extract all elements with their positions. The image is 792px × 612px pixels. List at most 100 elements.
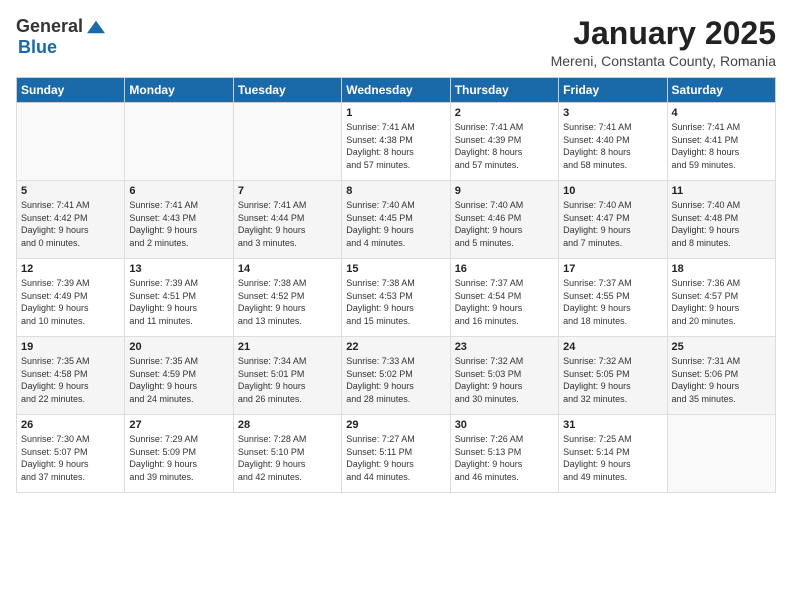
day-info: Sunrise: 7:28 AM Sunset: 5:10 PM Dayligh… xyxy=(238,433,337,483)
day-info: Sunrise: 7:35 AM Sunset: 4:58 PM Dayligh… xyxy=(21,355,120,405)
calendar-cell: 6 Sunrise: 7:41 AM Sunset: 4:43 PM Daylig… xyxy=(125,181,233,259)
calendar-cell: 10Sunrise: 7:40 AM Sunset: 4:47 PM Dayli… xyxy=(559,181,667,259)
day-info: Sunrise: 7:37 AM Sunset: 4:55 PM Dayligh… xyxy=(563,277,662,327)
day-number: 29 xyxy=(346,419,445,431)
day-number: 21 xyxy=(238,341,337,353)
day-info: Sunrise: 7:38 AM Sunset: 4:52 PM Dayligh… xyxy=(238,277,337,327)
calendar-cell: 14 Sunrise: 7:38 AM Sunset: 4:52 PM Dayli… xyxy=(233,259,341,337)
day-number: 12 xyxy=(21,263,120,275)
calendar-week-row: 19 Sunrise: 7:35 AM Sunset: 4:58 PM Dayli… xyxy=(17,337,776,415)
day-info: Sunrise: 7:40 AM Sunset: 4:46 PM Dayligh… xyxy=(455,199,554,249)
day-number: 19 xyxy=(21,341,120,353)
header-saturday: Saturday xyxy=(667,78,775,103)
day-info: Sunrise: 7:36 AM Sunset: 4:57 PM Dayligh… xyxy=(672,277,771,327)
calendar-week-row: 26 Sunrise: 7:30 AM Sunset: 5:07 PM Dayli… xyxy=(17,415,776,493)
day-number: 13 xyxy=(129,263,228,275)
location-subtitle: Mereni, Constanta County, Romania xyxy=(551,53,776,69)
day-number: 7 xyxy=(238,185,337,197)
header-thursday: Thursday xyxy=(450,78,558,103)
calendar-table: Sunday Monday Tuesday Wednesday Thursday… xyxy=(16,77,776,493)
day-number: 27 xyxy=(129,419,228,431)
logo-blue: Blue xyxy=(18,37,57,58)
month-title: January 2025 xyxy=(551,16,776,51)
weekday-header-row: Sunday Monday Tuesday Wednesday Thursday… xyxy=(17,78,776,103)
calendar-cell: 7 Sunrise: 7:41 AM Sunset: 4:44 PM Daylig… xyxy=(233,181,341,259)
day-number: 11 xyxy=(672,185,771,197)
calendar-cell: 22Sunrise: 7:33 AM Sunset: 5:02 PM Dayli… xyxy=(342,337,450,415)
calendar-cell: 19 Sunrise: 7:35 AM Sunset: 4:58 PM Dayli… xyxy=(17,337,125,415)
day-info: Sunrise: 7:41 AM Sunset: 4:43 PM Dayligh… xyxy=(129,199,228,249)
day-number: 2 xyxy=(455,107,554,119)
day-number: 5 xyxy=(21,185,120,197)
calendar-cell: 1Sunrise: 7:41 AM Sunset: 4:38 PM Daylig… xyxy=(342,103,450,181)
day-info: Sunrise: 7:40 AM Sunset: 4:45 PM Dayligh… xyxy=(346,199,445,249)
calendar-cell: 20 Sunrise: 7:35 AM Sunset: 4:59 PM Dayli… xyxy=(125,337,233,415)
calendar-cell: 9Sunrise: 7:40 AM Sunset: 4:46 PM Daylig… xyxy=(450,181,558,259)
day-number: 16 xyxy=(455,263,554,275)
calendar-cell xyxy=(667,415,775,493)
day-number: 22 xyxy=(346,341,445,353)
day-info: Sunrise: 7:39 AM Sunset: 4:51 PM Dayligh… xyxy=(129,277,228,327)
header-sunday: Sunday xyxy=(17,78,125,103)
day-number: 24 xyxy=(563,341,662,353)
day-number: 10 xyxy=(563,185,662,197)
day-info: Sunrise: 7:41 AM Sunset: 4:44 PM Dayligh… xyxy=(238,199,337,249)
day-info: Sunrise: 7:26 AM Sunset: 5:13 PM Dayligh… xyxy=(455,433,554,483)
day-number: 26 xyxy=(21,419,120,431)
calendar-cell: 21 Sunrise: 7:34 AM Sunset: 5:01 PM Dayli… xyxy=(233,337,341,415)
calendar-cell: 8 Sunrise: 7:40 AM Sunset: 4:45 PM Daylig… xyxy=(342,181,450,259)
page-header: General Blue January 2025 Mereni, Consta… xyxy=(16,16,776,69)
day-number: 8 xyxy=(346,185,445,197)
calendar-cell: 24 Sunrise: 7:32 AM Sunset: 5:05 PM Dayli… xyxy=(559,337,667,415)
day-number: 23 xyxy=(455,341,554,353)
calendar-cell: 26 Sunrise: 7:30 AM Sunset: 5:07 PM Dayli… xyxy=(17,415,125,493)
calendar-cell: 11 Sunrise: 7:40 AM Sunset: 4:48 PM Dayli… xyxy=(667,181,775,259)
day-info: Sunrise: 7:39 AM Sunset: 4:49 PM Dayligh… xyxy=(21,277,120,327)
day-number: 1 xyxy=(346,107,445,119)
day-number: 6 xyxy=(129,185,228,197)
calendar-cell: 27 Sunrise: 7:29 AM Sunset: 5:09 PM Dayli… xyxy=(125,415,233,493)
calendar-cell: 28 Sunrise: 7:28 AM Sunset: 5:10 PM Dayli… xyxy=(233,415,341,493)
day-number: 25 xyxy=(672,341,771,353)
header-wednesday: Wednesday xyxy=(342,78,450,103)
day-info: Sunrise: 7:35 AM Sunset: 4:59 PM Dayligh… xyxy=(129,355,228,405)
calendar-cell: 30Sunrise: 7:26 AM Sunset: 5:13 PM Dayli… xyxy=(450,415,558,493)
calendar-cell: 12 Sunrise: 7:39 AM Sunset: 4:49 PM Dayli… xyxy=(17,259,125,337)
day-info: Sunrise: 7:27 AM Sunset: 5:11 PM Dayligh… xyxy=(346,433,445,483)
day-info: Sunrise: 7:25 AM Sunset: 5:14 PM Dayligh… xyxy=(563,433,662,483)
calendar-cell: 17Sunrise: 7:37 AM Sunset: 4:55 PM Dayli… xyxy=(559,259,667,337)
calendar-cell: 2 Sunrise: 7:41 AM Sunset: 4:39 PM Daylig… xyxy=(450,103,558,181)
day-info: Sunrise: 7:29 AM Sunset: 5:09 PM Dayligh… xyxy=(129,433,228,483)
calendar-cell: 23 Sunrise: 7:32 AM Sunset: 5:03 PM Dayli… xyxy=(450,337,558,415)
calendar-cell: 29 Sunrise: 7:27 AM Sunset: 5:11 PM Dayli… xyxy=(342,415,450,493)
day-info: Sunrise: 7:41 AM Sunset: 4:41 PM Dayligh… xyxy=(672,121,771,171)
day-number: 20 xyxy=(129,341,228,353)
day-info: Sunrise: 7:38 AM Sunset: 4:53 PM Dayligh… xyxy=(346,277,445,327)
day-number: 4 xyxy=(672,107,771,119)
day-info: Sunrise: 7:37 AM Sunset: 4:54 PM Dayligh… xyxy=(455,277,554,327)
day-number: 18 xyxy=(672,263,771,275)
day-number: 15 xyxy=(346,263,445,275)
calendar-cell: 25 Sunrise: 7:31 AM Sunset: 5:06 PM Dayli… xyxy=(667,337,775,415)
day-info: Sunrise: 7:32 AM Sunset: 5:03 PM Dayligh… xyxy=(455,355,554,405)
day-info: Sunrise: 7:31 AM Sunset: 5:06 PM Dayligh… xyxy=(672,355,771,405)
day-info: Sunrise: 7:32 AM Sunset: 5:05 PM Dayligh… xyxy=(563,355,662,405)
calendar-week-row: 1Sunrise: 7:41 AM Sunset: 4:38 PM Daylig… xyxy=(17,103,776,181)
day-info: Sunrise: 7:30 AM Sunset: 5:07 PM Dayligh… xyxy=(21,433,120,483)
calendar-week-row: 5 Sunrise: 7:41 AM Sunset: 4:42 PM Daylig… xyxy=(17,181,776,259)
logo-icon xyxy=(87,18,105,36)
calendar-cell: 31Sunrise: 7:25 AM Sunset: 5:14 PM Dayli… xyxy=(559,415,667,493)
header-tuesday: Tuesday xyxy=(233,78,341,103)
calendar-cell xyxy=(17,103,125,181)
day-info: Sunrise: 7:41 AM Sunset: 4:39 PM Dayligh… xyxy=(455,121,554,171)
calendar-cell: 16 Sunrise: 7:37 AM Sunset: 4:54 PM Dayli… xyxy=(450,259,558,337)
calendar-cell: 4 Sunrise: 7:41 AM Sunset: 4:41 PM Daylig… xyxy=(667,103,775,181)
calendar-cell: 5 Sunrise: 7:41 AM Sunset: 4:42 PM Daylig… xyxy=(17,181,125,259)
day-info: Sunrise: 7:40 AM Sunset: 4:48 PM Dayligh… xyxy=(672,199,771,249)
day-info: Sunrise: 7:34 AM Sunset: 5:01 PM Dayligh… xyxy=(238,355,337,405)
day-number: 14 xyxy=(238,263,337,275)
day-info: Sunrise: 7:41 AM Sunset: 4:42 PM Dayligh… xyxy=(21,199,120,249)
day-info: Sunrise: 7:41 AM Sunset: 4:40 PM Dayligh… xyxy=(563,121,662,171)
day-number: 28 xyxy=(238,419,337,431)
calendar-cell xyxy=(125,103,233,181)
